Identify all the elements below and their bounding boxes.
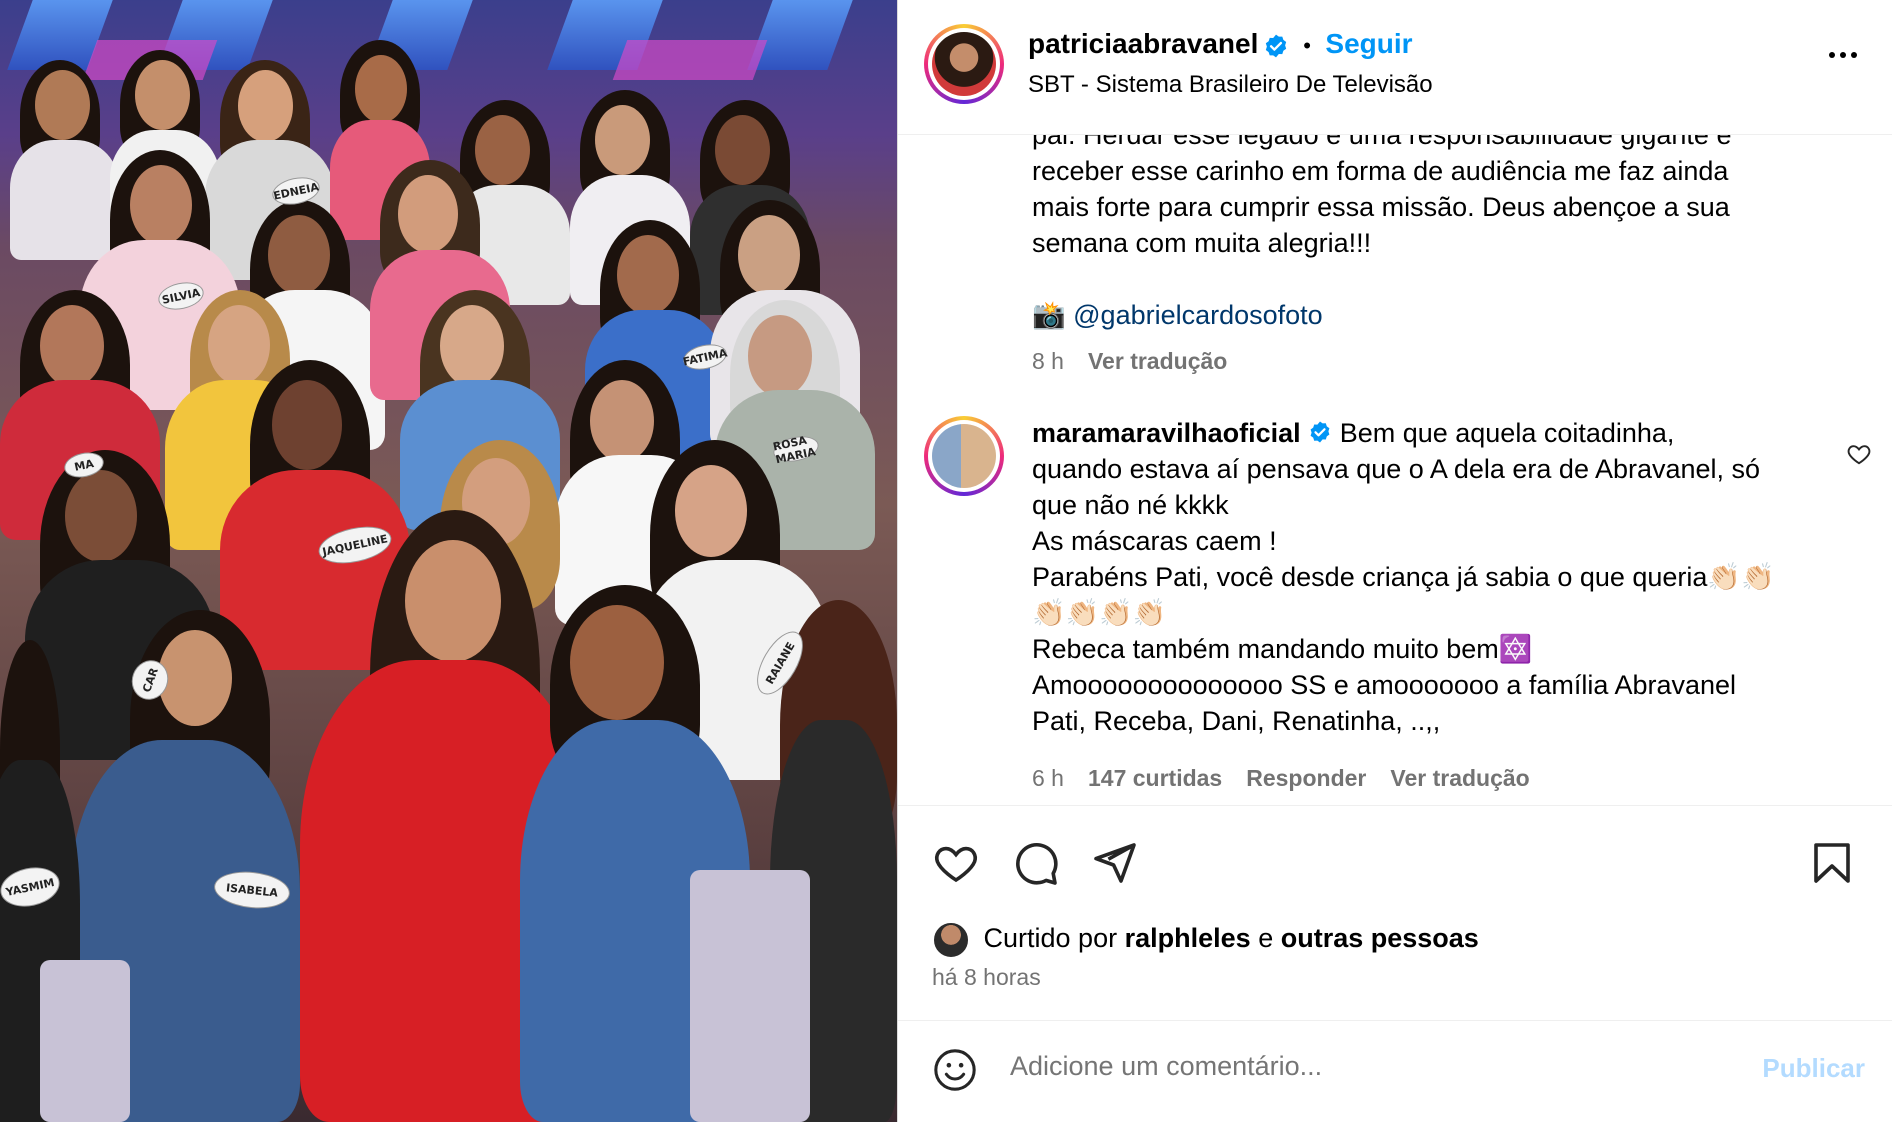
comment-translate-link[interactable]: Ver tradução (1390, 765, 1529, 791)
photographer-mention-link[interactable]: @gabrielcardosofoto (1073, 300, 1323, 330)
post-age[interactable]: há 8 horas (932, 964, 1041, 991)
comments-list[interactable]: pai. Herdar esse legado é uma responsabi… (898, 135, 1892, 805)
verified-badge-icon (1263, 33, 1289, 64)
liker-username[interactable]: ralphleles (1125, 923, 1251, 953)
caption-translate-link[interactable]: Ver tradução (1088, 348, 1227, 374)
stage-light (612, 40, 768, 80)
publish-button[interactable]: Publicar (1762, 1053, 1865, 1084)
smiley-icon[interactable] (932, 1047, 978, 1098)
comment-line: quando estava aí pensava que o A dela er… (1032, 454, 1761, 484)
bookmark-icon[interactable] (1808, 839, 1856, 892)
comment-input[interactable] (1010, 1051, 1710, 1082)
likes-conjunction: e (1258, 923, 1274, 954)
caption-timestamp[interactable]: 8 h (1032, 348, 1064, 374)
comment-line: 👏🏻👏🏻👏🏻👏🏻 (1032, 598, 1167, 628)
other-likers-link[interactable]: outras pessoas (1281, 923, 1479, 953)
comment-line: Amoooooooooooooo SS e amooooooo a famíli… (1032, 670, 1737, 700)
header-separator: • (1303, 33, 1311, 58)
comment-line: Pati, Receba, Dani, Renatinha, ..,, (1032, 706, 1441, 736)
author-avatar[interactable] (924, 24, 1004, 104)
comment-like-heart-icon[interactable] (1846, 441, 1872, 472)
comment-first-line: maramaravilhaoficial Bem que aquela coit… (1032, 415, 1832, 453)
more-horizontal-icon[interactable] (1829, 52, 1857, 58)
comment-likes-count[interactable]: 147 curtidas (1088, 765, 1222, 791)
camera-emoji: 📸 (1032, 300, 1066, 330)
verified-badge-icon (1308, 417, 1332, 453)
send-icon[interactable] (1090, 839, 1138, 892)
commenter-username[interactable]: maramaravilhaoficial (1032, 418, 1301, 448)
comment-icon[interactable] (1012, 839, 1060, 892)
commenter-avatar[interactable] (924, 416, 1004, 496)
caption-line: receber esse carinho em forma de audiênc… (1032, 156, 1729, 186)
follow-button[interactable]: Seguir (1325, 28, 1412, 59)
comment-text: Bem que aquela coitadinha, (1339, 418, 1675, 448)
caption-meta: 8 h Ver tradução (1032, 348, 1251, 375)
caption-partial-line: pai. Herdar esse legado é uma responsabi… (1032, 135, 1732, 150)
comment-timestamp[interactable]: 6 h (1032, 765, 1064, 791)
comment-composer: Publicar (898, 1020, 1892, 1122)
post-actions: Curtido por ralphleles e outras pessoas … (898, 805, 1892, 1020)
caption-line: mais forte para cumprir essa missão. Deu… (1032, 192, 1730, 222)
post-location[interactable]: SBT - Sistema Brasileiro De Televisão (1028, 71, 1433, 99)
reply-button[interactable]: Responder (1246, 765, 1366, 791)
comment-meta: 6 h 147 curtidas Responder Ver tradução (1032, 765, 1554, 792)
liker-avatar[interactable] (932, 921, 970, 959)
caption-line: semana com muita alegria!!! (1032, 228, 1372, 258)
comment-line: As máscaras caem ! (1032, 526, 1277, 556)
post-header: patriciaabravanel • Seguir SBT - Sistema… (898, 0, 1892, 135)
comment-line: Parabéns Pati, você desde criança já sab… (1032, 562, 1775, 592)
heart-icon[interactable] (932, 839, 980, 892)
post-photo[interactable]: EDNEIA SILVIA JAQUELINE RAIANE YASMIM IS… (0, 0, 897, 1122)
likes-prefix: Curtido por (983, 923, 1118, 954)
comment-line: que não né kkkk (1032, 490, 1229, 520)
author-username[interactable]: patriciaabravanel (1028, 28, 1258, 59)
comment-line: Rebeca também mandando muito bem🔯 (1032, 634, 1533, 664)
likes-summary: Curtido por ralphleles e outras pessoas (932, 921, 1479, 959)
stage-light (747, 0, 853, 70)
post-side-panel: patriciaabravanel • Seguir SBT - Sistema… (897, 0, 1892, 1122)
